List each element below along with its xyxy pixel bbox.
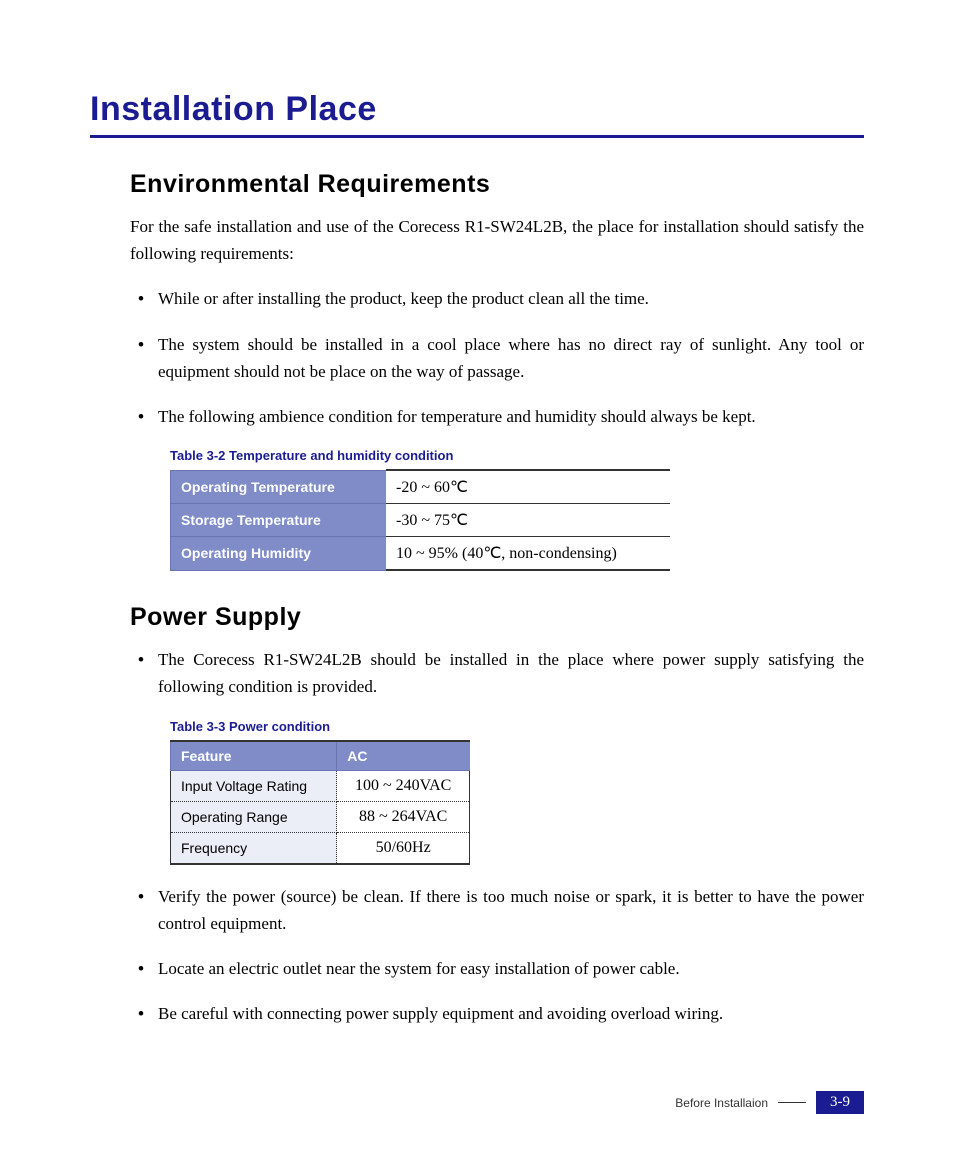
list-item: The following ambience condition for tem… — [130, 403, 864, 430]
row-value: 10 ~ 95% (40℃, non-condensing) — [386, 537, 670, 571]
table-power-condition: Feature AC Input Voltage Rating 100 ~ 24… — [170, 740, 470, 865]
power-bullet-list-bottom: Verify the power (source) be clean. If t… — [130, 883, 864, 1028]
page: Installation Place Environmental Require… — [0, 0, 954, 1168]
table-row: Storage Temperature -30 ~ 75℃ — [171, 504, 671, 537]
table-caption-3-2: Table 3-2 Temperature and humidity condi… — [170, 448, 864, 463]
page-title: Installation Place — [90, 90, 864, 129]
cell-ac: 88 ~ 264VAC — [337, 801, 470, 832]
table-row: Frequency 50/60Hz — [171, 832, 470, 864]
row-label: Storage Temperature — [171, 504, 387, 537]
cell-feature: Operating Range — [171, 801, 337, 832]
col-header-feature: Feature — [171, 741, 337, 771]
heading-environmental: Environmental Requirements — [130, 170, 864, 199]
heading-power-supply: Power Supply — [130, 603, 864, 632]
cell-ac: 100 ~ 240VAC — [337, 770, 470, 801]
title-rule — [90, 135, 864, 138]
table-row: Operating Temperature -20 ~ 60℃ — [171, 470, 671, 504]
footer-divider — [778, 1102, 806, 1103]
table-row: Operating Range 88 ~ 264VAC — [171, 801, 470, 832]
list-item: Be careful with connecting power supply … — [130, 1000, 864, 1027]
row-label: Operating Temperature — [171, 470, 387, 504]
table-caption-3-3: Table 3-3 Power condition — [170, 719, 864, 734]
list-item: The Corecess R1-SW24L2B should be instal… — [130, 646, 864, 700]
row-label: Operating Humidity — [171, 537, 387, 571]
table-header-row: Feature AC — [171, 741, 470, 771]
list-item: Verify the power (source) be clean. If t… — [130, 883, 864, 937]
footer-section-label: Before Installaion — [675, 1096, 768, 1110]
cell-feature: Frequency — [171, 832, 337, 864]
col-header-ac: AC — [337, 741, 470, 771]
env-intro: For the safe installation and use of the… — [130, 213, 864, 267]
row-value: -20 ~ 60℃ — [386, 470, 670, 504]
table-temperature-humidity: Operating Temperature -20 ~ 60℃ Storage … — [170, 469, 670, 571]
list-item: The system should be installed in a cool… — [130, 331, 864, 385]
row-value: -30 ~ 75℃ — [386, 504, 670, 537]
footer-page-number: 3-9 — [816, 1091, 864, 1114]
env-bullet-list: While or after installing the product, k… — [130, 285, 864, 430]
cell-feature: Input Voltage Rating — [171, 770, 337, 801]
list-item: Locate an electric outlet near the syste… — [130, 955, 864, 982]
cell-ac: 50/60Hz — [337, 832, 470, 864]
power-bullet-list-top: The Corecess R1-SW24L2B should be instal… — [130, 646, 864, 700]
page-footer: Before Installaion 3-9 — [675, 1091, 864, 1114]
list-item: While or after installing the product, k… — [130, 285, 864, 312]
table-row: Input Voltage Rating 100 ~ 240VAC — [171, 770, 470, 801]
table-row: Operating Humidity 10 ~ 95% (40℃, non-co… — [171, 537, 671, 571]
